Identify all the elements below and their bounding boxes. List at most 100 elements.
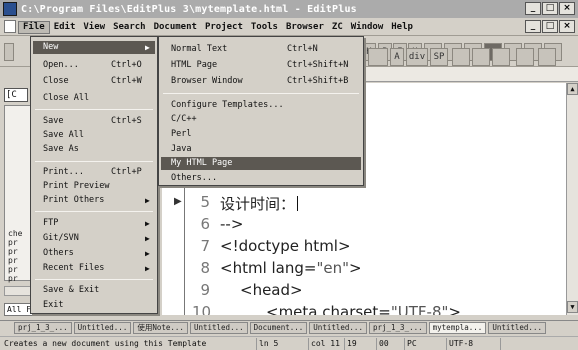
new-perl[interactable]: Perl	[161, 128, 361, 141]
new-c-cpp[interactable]: C/C++	[161, 113, 361, 126]
editplus-app-icon[interactable]	[3, 2, 17, 16]
menu-separator	[163, 93, 359, 94]
doc-minimize-button[interactable]: _	[525, 20, 541, 33]
menu-separator	[35, 109, 153, 110]
file-list-item[interactable]: che	[8, 229, 22, 238]
file-list-item[interactable]: pr	[8, 265, 22, 274]
document-tab[interactable]: 使用Note...	[133, 322, 188, 334]
status-column: col 11	[308, 338, 340, 350]
new-java[interactable]: Java	[161, 143, 361, 156]
file-menu-new[interactable]: New ▶	[33, 41, 155, 54]
file-menu-print-others[interactable]: Print Others ▶	[33, 194, 155, 207]
submenu-arrow-icon: ▶	[145, 43, 150, 52]
submenu-arrow-icon: ▶	[145, 264, 150, 273]
file-menu-open[interactable]: Open... Ctrl+O	[33, 59, 155, 72]
minimize-button[interactable]: _	[525, 2, 541, 15]
file-menu-save-exit[interactable]: Save & Exit	[33, 284, 155, 297]
document-tab[interactable]: Document...	[249, 322, 308, 334]
file-menu-ftp[interactable]: FTP ▶	[33, 217, 155, 230]
menu-project[interactable]: Project	[201, 21, 247, 34]
vertical-scrollbar[interactable]: ▲ ▼	[566, 83, 578, 315]
status-encoding: UTF-8	[446, 338, 473, 350]
document-tab[interactable]: Untitled...	[488, 322, 546, 334]
wrap-icon[interactable]	[492, 48, 510, 66]
submenu-arrow-icon: ▶	[145, 219, 150, 228]
menu-browser[interactable]: Browser	[282, 21, 328, 34]
file-menu-print-preview[interactable]: Print Preview	[33, 180, 155, 193]
space-button[interactable]: SP	[430, 48, 448, 66]
line-number: 7	[200, 237, 210, 255]
document-window-controls: _ □ ×	[525, 20, 575, 33]
code-text: 设计时间：	[220, 195, 296, 213]
document-icon[interactable]	[4, 20, 16, 33]
brush-icon[interactable]	[472, 48, 490, 66]
file-list-item[interactable]: pr	[8, 247, 22, 256]
status-mode: PC	[404, 338, 417, 350]
toolbar-grip-icon	[4, 43, 14, 61]
file-menu-save-as[interactable]: Save As	[33, 143, 155, 156]
div-button[interactable]: div	[406, 48, 428, 66]
code-text: -->	[220, 215, 244, 233]
close-button[interactable]: ×	[559, 2, 575, 15]
tree-horizontal-scrollbar[interactable]	[4, 286, 32, 296]
file-menu-recent-files[interactable]: Recent Files ▶	[33, 262, 155, 275]
options-icon[interactable]	[538, 48, 556, 66]
document-tab[interactable]: Untitled...	[189, 322, 248, 334]
document-tab-active[interactable]: mytempla...	[428, 322, 487, 334]
scroll-down-icon[interactable]: ▼	[567, 301, 578, 313]
document-tab[interactable]: prj_1_3_...	[14, 322, 72, 334]
list-icon[interactable]	[368, 48, 388, 66]
new-my-html-page[interactable]: My HTML Page	[161, 157, 361, 170]
menu-search[interactable]: Search	[109, 21, 150, 34]
scroll-up-icon[interactable]: ▲	[567, 83, 578, 95]
line-number: 6	[200, 215, 210, 233]
line-number: 9	[200, 281, 210, 299]
current-line-arrow-icon: ▶	[174, 196, 182, 207]
html-a-button[interactable]: A	[390, 48, 404, 66]
clip-icon[interactable]	[452, 48, 470, 66]
file-menu-git-svn[interactable]: Git/SVN ▶	[33, 232, 155, 245]
document-tab[interactable]: Untitled...	[73, 322, 132, 334]
file-list-item[interactable]: pr	[8, 274, 22, 283]
document-tab[interactable]: Untitled...	[309, 322, 367, 334]
doc-restore-button[interactable]: □	[542, 20, 558, 33]
menu-zc[interactable]: ZC	[328, 21, 347, 34]
drive-select[interactable]: [C	[4, 88, 28, 102]
menu-separator	[35, 161, 153, 162]
grid-icon[interactable]	[516, 48, 534, 66]
file-menu-save[interactable]: Save Ctrl+S	[33, 115, 155, 128]
line-number: 8	[200, 259, 210, 277]
menu-help[interactable]: Help	[387, 21, 417, 34]
code-text: <html lang="en">	[220, 259, 362, 277]
file-menu-others[interactable]: Others ▶	[33, 247, 155, 260]
file-menu-close[interactable]: Close Ctrl+W	[33, 75, 155, 88]
menu-edit[interactable]: Edit	[50, 21, 80, 34]
doc-close-button[interactable]: ×	[559, 20, 575, 33]
file-menu-save-all[interactable]: Save All	[33, 129, 155, 142]
document-tab-bar: prj_1_3_... Untitled... 使用Note... Untitl…	[0, 320, 578, 335]
new-others[interactable]: Others...	[161, 172, 361, 185]
menu-separator	[35, 211, 153, 212]
file-menu-close-all[interactable]: Close All	[33, 92, 155, 105]
file-menu-print[interactable]: Print... Ctrl+P	[33, 166, 155, 179]
line-number: 10	[192, 303, 212, 315]
new-browser-window[interactable]: Browser Window Ctrl+Shift+B	[161, 75, 361, 88]
document-tab[interactable]: prj_1_3_...	[368, 322, 427, 334]
submenu-arrow-icon: ▶	[145, 249, 150, 258]
status-blank	[500, 338, 578, 350]
new-configure-templates[interactable]: Configure Templates...	[161, 99, 361, 112]
menu-tools[interactable]: Tools	[247, 21, 282, 34]
menu-window[interactable]: Window	[347, 21, 388, 34]
submenu-arrow-icon: ▶	[145, 234, 150, 243]
file-list-item[interactable]: pr	[8, 256, 22, 265]
status-count: 19	[344, 338, 357, 350]
file-list-item[interactable]: pr	[8, 238, 22, 247]
file-menu-exit[interactable]: Exit	[33, 299, 155, 312]
maximize-button[interactable]: □	[542, 2, 558, 15]
file-list[interactable]: che pr pr pr pr pr	[8, 229, 22, 283]
menu-file[interactable]: File	[18, 21, 50, 34]
menu-view[interactable]: View	[79, 21, 109, 34]
new-html-page[interactable]: HTML Page Ctrl+Shift+N	[161, 59, 361, 72]
menu-document[interactable]: Document	[150, 21, 201, 34]
new-normal-text[interactable]: Normal Text Ctrl+N	[161, 43, 361, 56]
